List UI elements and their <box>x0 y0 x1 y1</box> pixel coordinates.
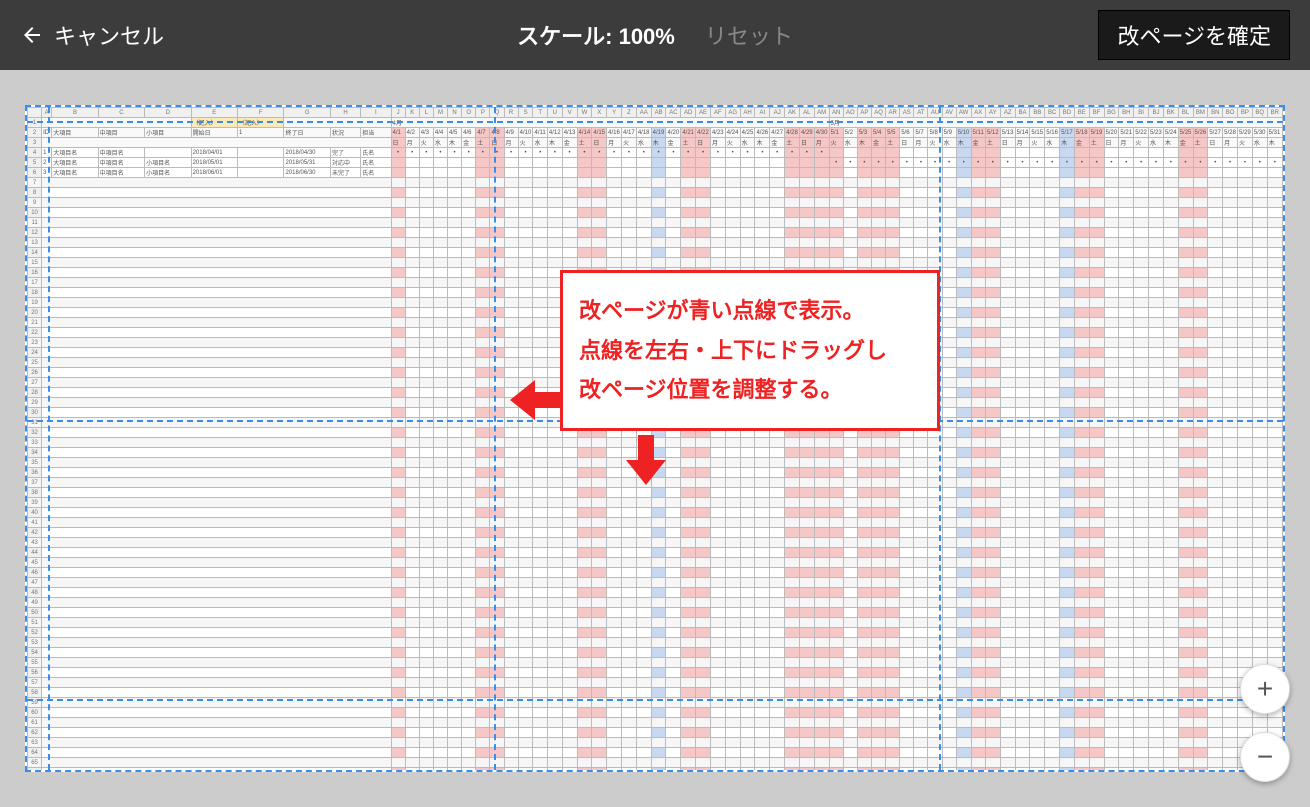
zoom-controls: + − <box>1240 664 1290 782</box>
confirm-page-break-button[interactable]: 改ページを確定 <box>1098 10 1290 60</box>
callout-line: 点線を左右・上下にドラッグし <box>579 331 921 371</box>
scale-display: スケール: 100% リセット <box>517 19 793 51</box>
toolbar: キャンセル スケール: 100% リセット 改ページを確定 <box>0 0 1310 70</box>
help-callout: 改ページが青い点線で表示。 点線を左右・上下にドラッグし 改ページ位置を調整する… <box>560 270 940 431</box>
reset-button[interactable]: リセット <box>705 19 793 51</box>
arrow-left-icon <box>510 380 560 425</box>
arrow-down-icon <box>626 435 666 490</box>
cancel-label: キャンセル <box>54 19 164 51</box>
callout-line: 改ページが青い点線で表示。 <box>579 291 921 331</box>
zoom-out-button[interactable]: − <box>1240 732 1290 782</box>
zoom-in-button[interactable]: + <box>1240 664 1290 714</box>
back-arrow-icon <box>20 23 44 47</box>
cancel-button[interactable]: キャンセル <box>20 19 164 51</box>
callout-line: 改ページ位置を調整する。 <box>579 370 921 410</box>
preview-viewport: ABCDEFGHIJKLMNOPQRSTUVWXYZAAABACADAEAFAG… <box>0 70 1310 807</box>
